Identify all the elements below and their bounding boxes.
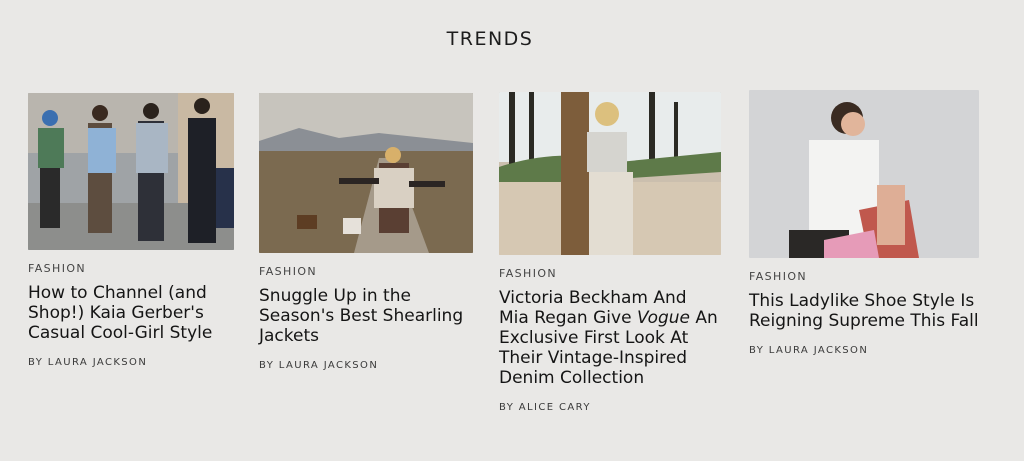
article-category-2: FASHION bbox=[259, 265, 318, 278]
section-title: TRENDS bbox=[446, 28, 534, 50]
article-card-3[interactable]: FASHION Victoria Beckham And Mia Regan G… bbox=[499, 92, 724, 413]
article-byline-1[interactable]: BY LAURA JACKSON bbox=[28, 357, 236, 368]
article-byline-4[interactable]: BY LAURA JACKSON bbox=[749, 345, 981, 356]
article-image-2[interactable] bbox=[259, 93, 473, 253]
article-image-1[interactable] bbox=[28, 93, 234, 250]
article-headline-2[interactable]: Snuggle Up in the Season's Best Shearlin… bbox=[259, 286, 464, 346]
article-category-3: FASHION bbox=[499, 267, 558, 280]
article-headline-4[interactable]: This Ladylike Shoe Style Is Reigning Sup… bbox=[749, 291, 979, 331]
article-category-1: FASHION bbox=[28, 262, 87, 275]
article-card-2[interactable]: FASHION Snuggle Up in the Season's Best … bbox=[259, 93, 474, 371]
article-headline-1[interactable]: How to Channel (and Shop!) Kaia Gerber's… bbox=[28, 283, 218, 343]
article-card-1[interactable]: FASHION How to Channel (and Shop!) Kaia … bbox=[28, 93, 236, 368]
article-byline-2[interactable]: BY LAURA JACKSON bbox=[259, 360, 474, 371]
trends-page: TRENDS FASHION How to Channel (and Shop!… bbox=[0, 0, 1024, 461]
article-image-4[interactable] bbox=[749, 90, 979, 258]
article-category-4: FASHION bbox=[749, 270, 808, 283]
article-headline-3[interactable]: Victoria Beckham And Mia Regan Give Vogu… bbox=[499, 288, 719, 388]
headline-3-part-2: Vogue bbox=[636, 308, 690, 328]
article-byline-3[interactable]: BY ALICE CARY bbox=[499, 402, 724, 413]
article-card-4[interactable]: FASHION This Ladylike Shoe Style Is Reig… bbox=[749, 90, 981, 356]
article-image-3[interactable] bbox=[499, 92, 721, 255]
